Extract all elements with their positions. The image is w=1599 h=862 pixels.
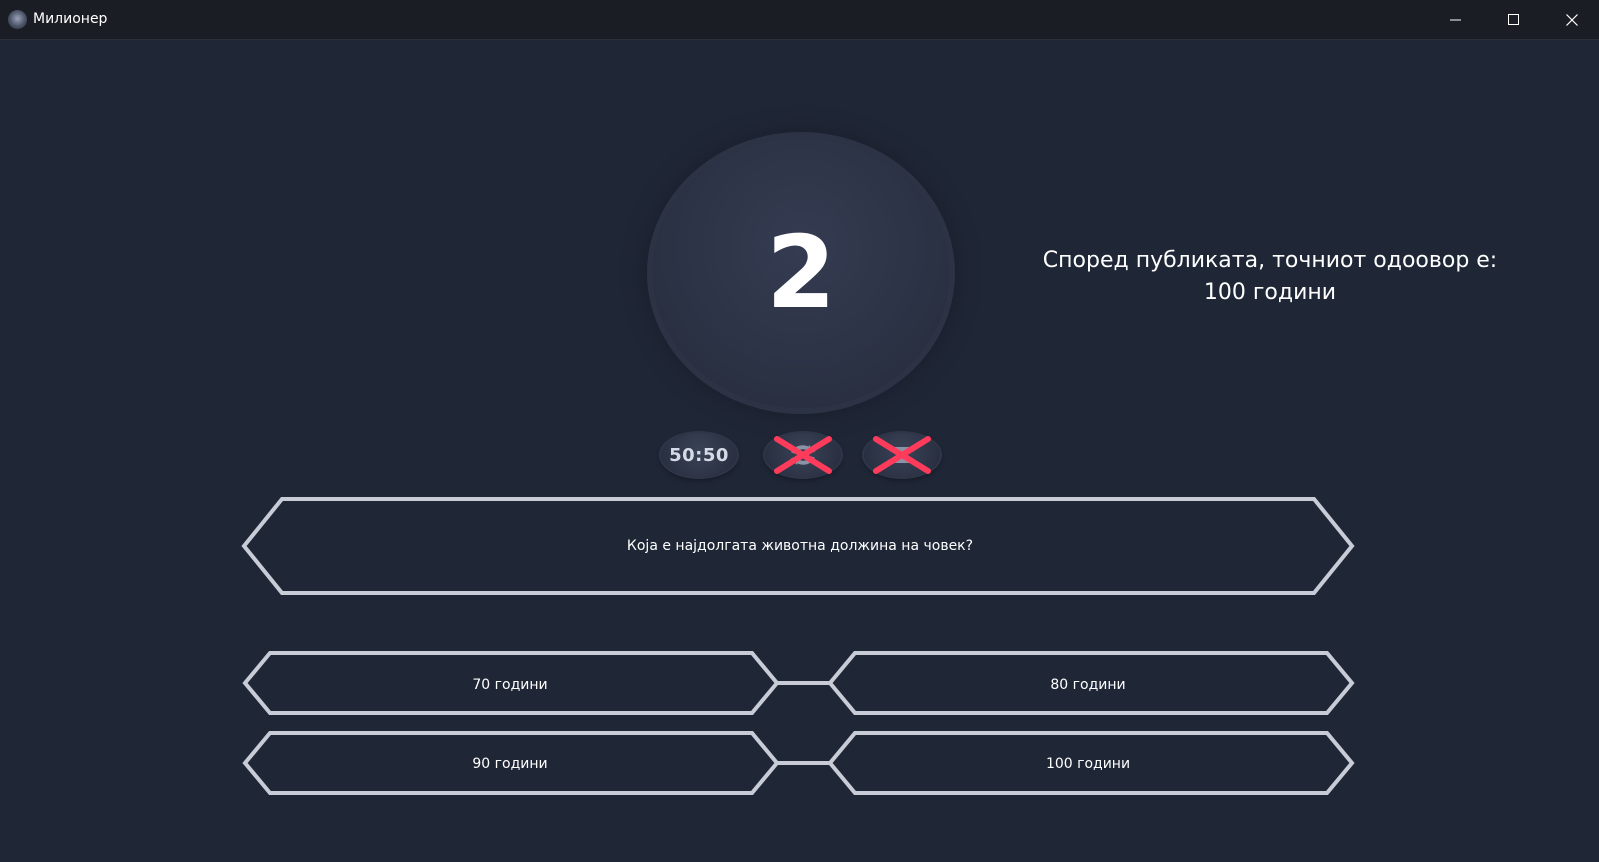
answer-b-label: 80 години bbox=[1050, 677, 1126, 693]
window-title: Милионер bbox=[33, 11, 108, 27]
answer-d-label: 100 години bbox=[1045, 756, 1131, 772]
maximize-icon bbox=[1508, 14, 1519, 25]
close-button[interactable] bbox=[1543, 0, 1599, 40]
maximize-button[interactable] bbox=[1485, 0, 1543, 40]
minimize-icon bbox=[1450, 19, 1461, 21]
answer-c-label: 90 години bbox=[472, 756, 548, 772]
close-icon bbox=[1566, 14, 1578, 26]
answer-board-frames bbox=[145, 497, 1455, 795]
answer-a-label: 70 години bbox=[472, 677, 548, 693]
minimize-button[interactable] bbox=[1427, 0, 1485, 40]
window-titlebar: Милионер bbox=[0, 0, 1599, 40]
question-text: Која е најдолгата животна должина на чов… bbox=[626, 538, 974, 554]
millionaire-logo-icon bbox=[8, 10, 27, 29]
game-stage: 2 Според публиката, точниот одоовор е: 1… bbox=[0, 40, 1599, 862]
